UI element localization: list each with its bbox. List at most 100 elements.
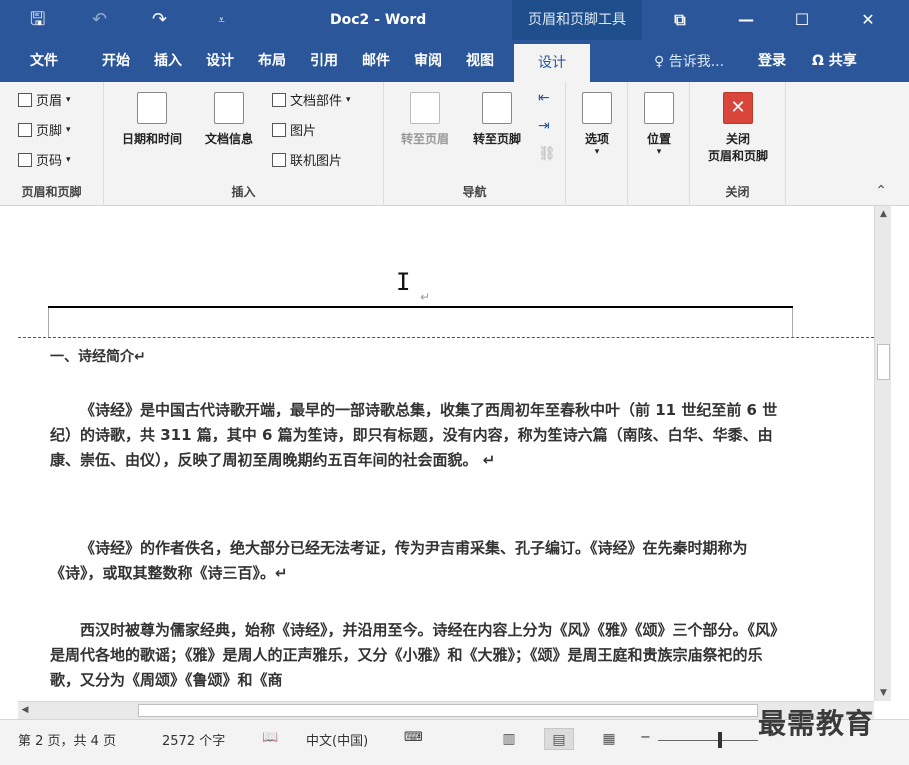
group-insert: 日期和时间 文档信息 文档部件 ▾ 图片 联机图片 插入 [104, 82, 384, 206]
macro-recording-icon[interactable]: ⌨ [404, 730, 423, 745]
maximize-button[interactable]: ☐ [782, 6, 822, 34]
tab-header-footer-design[interactable]: 设计 [514, 44, 590, 82]
next-section-icon[interactable]: ⇥ [538, 118, 550, 134]
options-button[interactable]: 选项 ▾ [570, 92, 624, 157]
dropdown-icon: ▾ [656, 147, 662, 157]
online-pictures-button[interactable]: 联机图片 [272, 150, 342, 169]
footer-button[interactable]: 页脚 ▾ [18, 120, 71, 139]
header-label: 页眉 [36, 94, 63, 109]
tell-me-search[interactable]: ♀ 告诉我... [654, 51, 724, 71]
ribbon-tabs: 文件 开始 插入 设计 布局 引用 邮件 审阅 视图 设计 ♀ 告诉我... 登… [0, 40, 909, 82]
dropdown-icon: ▾ [66, 124, 71, 135]
calendar-icon [137, 92, 167, 124]
title-bar: 🖫 ↶ ↷ ⩡ Doc2 - Word 页眉和页脚工具 ⧉ — ☐ ✕ [0, 0, 909, 40]
sign-in-link[interactable]: 登录 [758, 50, 786, 70]
go-to-header-button[interactable]: 转至页眉 [390, 92, 460, 147]
group-label-insert: 插入 [231, 185, 256, 199]
quick-parts-icon [272, 92, 286, 107]
dropdown-icon: ▾ [594, 147, 600, 157]
share-button[interactable]: Ω 共享 [812, 50, 857, 70]
ribbon-display-options-icon[interactable]: ⧉ [660, 6, 700, 34]
document-heading[interactable]: 一、诗经简介↵ [50, 346, 146, 366]
web-layout-icon[interactable]: ▦ [594, 728, 624, 750]
close-window-button[interactable]: ✕ [848, 6, 888, 34]
group-close: ✕ 关闭 页眉和页脚 关闭 [690, 82, 786, 206]
close-icon: ✕ [723, 92, 753, 124]
scroll-up-icon[interactable]: ▲ [875, 206, 892, 222]
document-paragraph[interactable]: 西汉时被尊为儒家经典，始称《诗经》，并沿用至今。诗经在内容上分为《风》《雅》《颂… [50, 618, 790, 693]
pictures-label: 图片 [290, 124, 317, 139]
group-position: 位置 ▾ [628, 82, 690, 206]
document-paragraph[interactable]: 《诗经》的作者佚名，绝大部分已经无法考证，传为尹吉甫采集、孔子编订。《诗经》在先… [50, 536, 790, 586]
document-info-label: 文档信息 [204, 132, 253, 146]
undo-icon[interactable]: ↶ [92, 8, 107, 32]
proofing-icon[interactable]: 📖 [262, 730, 278, 745]
date-time-button[interactable]: 日期和时间 [110, 92, 194, 147]
position-button[interactable]: 位置 ▾ [632, 92, 686, 157]
vertical-scrollbar[interactable]: ▲ ▼ [874, 206, 891, 701]
go-to-footer-icon [482, 92, 512, 124]
dropdown-icon: ▾ [66, 154, 71, 165]
online-pictures-label: 联机图片 [290, 154, 343, 169]
horizontal-scrollbar[interactable]: ◀ [18, 701, 874, 719]
footer-label: 页脚 [36, 124, 63, 139]
minimize-button[interactable]: — [726, 6, 766, 34]
tab-mailings[interactable]: 邮件 [362, 50, 390, 70]
page-count[interactable]: 第 2 页，共 4 页 [18, 730, 116, 749]
previous-section-icon[interactable]: ⇤ [538, 90, 550, 106]
document-paragraph[interactable]: 《诗经》是中国古代诗歌开端，最早的一部诗歌总集，收集了西周初年至春秋中叶（前 1… [50, 398, 790, 473]
read-mode-icon[interactable]: ▥ [494, 728, 524, 750]
redo-icon[interactable]: ↷ [152, 8, 167, 32]
document-area[interactable]: I ↵ 一、诗经简介↵ 《诗经》是中国古代诗歌开端，最早的一部诗歌总集，收集了西… [0, 206, 874, 701]
group-header-footer: 页眉 ▾ 页脚 ▾ 页码 ▾ 页眉和页脚 [0, 82, 104, 206]
go-to-header-label: 转至页眉 [400, 132, 449, 146]
watermark-text: 最需教育 [758, 707, 875, 740]
print-layout-icon[interactable]: ▤ [544, 728, 574, 750]
header-button[interactable]: 页眉 ▾ [18, 90, 71, 109]
ribbon: 页眉 ▾ 页脚 ▾ 页码 ▾ 页眉和页脚 日期和时间 文档信息 文档部件 ▾ 图片 [0, 82, 909, 206]
tab-home[interactable]: 开始 [102, 50, 130, 70]
document-info-button[interactable]: 文档信息 [196, 92, 262, 147]
collapse-ribbon-icon[interactable]: ⌃ [875, 183, 887, 199]
vertical-scroll-thumb[interactable] [877, 344, 890, 380]
tab-design[interactable]: 设计 [206, 50, 234, 70]
tab-references[interactable]: 引用 [310, 50, 338, 70]
scroll-left-icon[interactable]: ◀ [18, 702, 32, 719]
tab-insert[interactable]: 插入 [154, 50, 182, 70]
document-info-icon [214, 92, 244, 124]
tab-file[interactable]: 文件 [30, 50, 58, 70]
dropdown-icon: ▾ [346, 94, 351, 105]
paragraph-mark: ↵ [420, 290, 431, 304]
ibeam-cursor-icon: I [396, 268, 411, 296]
zoom-slider-track[interactable] [658, 740, 758, 741]
language-indicator[interactable]: 中文(中国) [306, 730, 368, 749]
word-count[interactable]: 2572 个字 [162, 730, 225, 749]
horizontal-scroll-thumb[interactable] [138, 704, 758, 717]
close-label-line2: 页眉和页脚 [707, 149, 768, 163]
position-label: 位置 [646, 132, 671, 146]
group-options: 选项 ▾ [566, 82, 628, 206]
quick-parts-label: 文档部件 [290, 94, 343, 109]
header-footer-tools-label: 页眉和页脚工具 [512, 0, 642, 40]
go-to-footer-button[interactable]: 转至页脚 [462, 92, 532, 147]
date-time-label: 日期和时间 [121, 132, 182, 146]
close-label-line1: 关闭 [725, 132, 750, 146]
zoom-out-icon[interactable]: − [640, 730, 651, 745]
options-label: 选项 [584, 132, 609, 146]
dropdown-icon: ▾ [66, 94, 71, 105]
save-icon[interactable]: 🖫 [30, 8, 45, 32]
page-number-button[interactable]: 页码 ▾ [18, 150, 71, 169]
tab-layout[interactable]: 布局 [258, 50, 286, 70]
tab-review[interactable]: 审阅 [414, 50, 442, 70]
close-header-footer-button[interactable]: ✕ 关闭 页眉和页脚 [694, 92, 782, 164]
document-title: Doc2 - Word [330, 12, 427, 28]
header-area[interactable] [48, 308, 793, 338]
link-to-previous-icon[interactable]: ⛓ [538, 146, 556, 162]
zoom-slider-knob[interactable] [718, 732, 722, 748]
picture-icon [272, 122, 286, 137]
tab-view[interactable]: 视图 [466, 50, 494, 70]
quick-parts-button[interactable]: 文档部件 ▾ [272, 90, 351, 109]
scroll-down-icon[interactable]: ▼ [875, 685, 892, 701]
pictures-button[interactable]: 图片 [272, 120, 316, 139]
customize-quick-access-icon[interactable]: ⩡ [218, 8, 225, 32]
